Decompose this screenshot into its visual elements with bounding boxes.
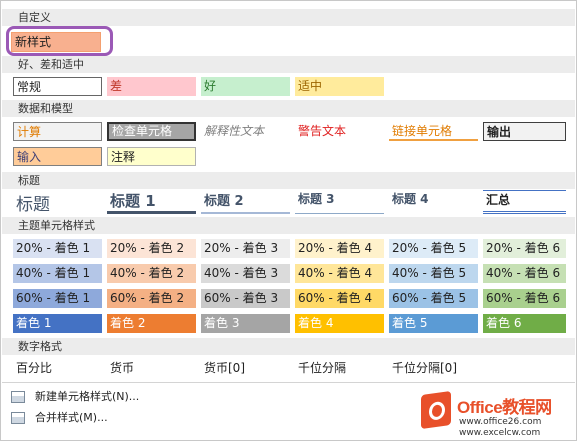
- style-40-accent1[interactable]: 40% - 着色 1: [13, 264, 102, 283]
- style-accent2[interactable]: 着色 2: [107, 314, 196, 333]
- style-20-accent6[interactable]: 20% - 着色 6: [483, 239, 566, 258]
- style-20-accent1[interactable]: 20% - 着色 1: [13, 239, 102, 258]
- section-data-model: 数据和模型: [2, 100, 575, 117]
- style-20-accent2[interactable]: 20% - 着色 2: [107, 239, 196, 258]
- style-bad[interactable]: 差: [107, 77, 196, 96]
- section-themed: 主题单元格样式: [2, 217, 575, 234]
- style-check-cell[interactable]: 检查单元格: [107, 122, 196, 141]
- cell-styles-gallery: 自定义 新样式 好、差和适中 常规 差 好 适中 数据和模型 计算 检查单元格 …: [0, 0, 577, 441]
- style-input[interactable]: 输入: [13, 147, 102, 166]
- style-good[interactable]: 好: [201, 77, 290, 96]
- style-20-accent5[interactable]: 20% - 着色 5: [389, 239, 478, 258]
- new-cell-style-menu-item[interactable]: 新建单元格样式(N)...: [11, 388, 139, 404]
- merge-styles-icon: [11, 412, 25, 424]
- style-accent5[interactable]: 着色 5: [389, 314, 478, 333]
- style-20-accent3[interactable]: 20% - 着色 3: [201, 239, 290, 258]
- style-60-accent5[interactable]: 60% - 着色 5: [389, 289, 478, 308]
- style-linked-cell[interactable]: 链接单元格: [389, 122, 478, 141]
- style-currency[interactable]: 货币: [107, 359, 196, 378]
- style-accent3[interactable]: 着色 3: [201, 314, 290, 333]
- style-60-accent6[interactable]: 60% - 着色 6: [483, 289, 566, 308]
- style-40-accent3[interactable]: 40% - 着色 3: [201, 264, 290, 283]
- style-40-accent4[interactable]: 40% - 着色 4: [295, 264, 384, 283]
- style-40-accent2[interactable]: 40% - 着色 2: [107, 264, 196, 283]
- style-comma[interactable]: 千位分隔: [295, 359, 384, 378]
- style-60-accent4[interactable]: 60% - 着色 4: [295, 289, 384, 308]
- style-heading-3[interactable]: 标题 3: [295, 190, 384, 214]
- style-explanatory[interactable]: 解释性文本: [201, 122, 290, 141]
- style-heading-1[interactable]: 标题 1: [107, 190, 196, 214]
- new-style-icon: [11, 391, 25, 403]
- style-calculation[interactable]: 计算: [13, 122, 102, 141]
- section-good-bad: 好、差和适中: [2, 56, 575, 73]
- style-comma-0[interactable]: 千位分隔[0]: [389, 359, 478, 378]
- section-number: 数字格式: [2, 338, 575, 355]
- style-40-accent6[interactable]: 40% - 着色 6: [483, 264, 566, 283]
- watermark-url2: www.excelcw.com: [459, 428, 541, 438]
- style-percent[interactable]: 百分比: [13, 359, 102, 378]
- style-accent4[interactable]: 着色 4: [295, 314, 384, 333]
- style-total[interactable]: 汇总: [483, 190, 566, 214]
- menu-divider: [2, 382, 575, 383]
- section-titles: 标题: [2, 172, 575, 189]
- style-60-accent1[interactable]: 60% - 着色 1: [13, 289, 102, 308]
- style-20-accent4[interactable]: 20% - 着色 4: [295, 239, 384, 258]
- style-40-accent5[interactable]: 40% - 着色 5: [389, 264, 478, 283]
- style-60-accent3[interactable]: 60% - 着色 3: [201, 289, 290, 308]
- style-note[interactable]: 注释: [107, 147, 196, 166]
- watermark-url: www.office26.com: [459, 417, 542, 427]
- style-accent6[interactable]: 着色 6: [483, 314, 566, 333]
- style-currency-0[interactable]: 货币[0]: [201, 359, 290, 378]
- style-output[interactable]: 输出: [483, 122, 566, 141]
- highlight-ring: [6, 26, 113, 56]
- style-accent1[interactable]: 着色 1: [13, 314, 102, 333]
- watermark-brand: Office教程网: [457, 398, 552, 417]
- style-heading-4[interactable]: 标题 4: [389, 190, 478, 214]
- section-custom: 自定义: [2, 9, 575, 26]
- watermark-logo: Office教程网 www.office26.com www.excelcw.c…: [413, 385, 577, 441]
- style-heading-2[interactable]: 标题 2: [201, 190, 290, 214]
- style-title[interactable]: 标题: [13, 190, 102, 215]
- style-neutral[interactable]: 适中: [295, 77, 384, 96]
- style-normal[interactable]: 常规: [13, 77, 102, 96]
- style-60-accent2[interactable]: 60% - 着色 2: [107, 289, 196, 308]
- merge-styles-menu-item[interactable]: 合并样式(M)...: [11, 409, 108, 425]
- office-logo-icon: [421, 390, 451, 430]
- style-warning[interactable]: 警告文本: [295, 122, 384, 141]
